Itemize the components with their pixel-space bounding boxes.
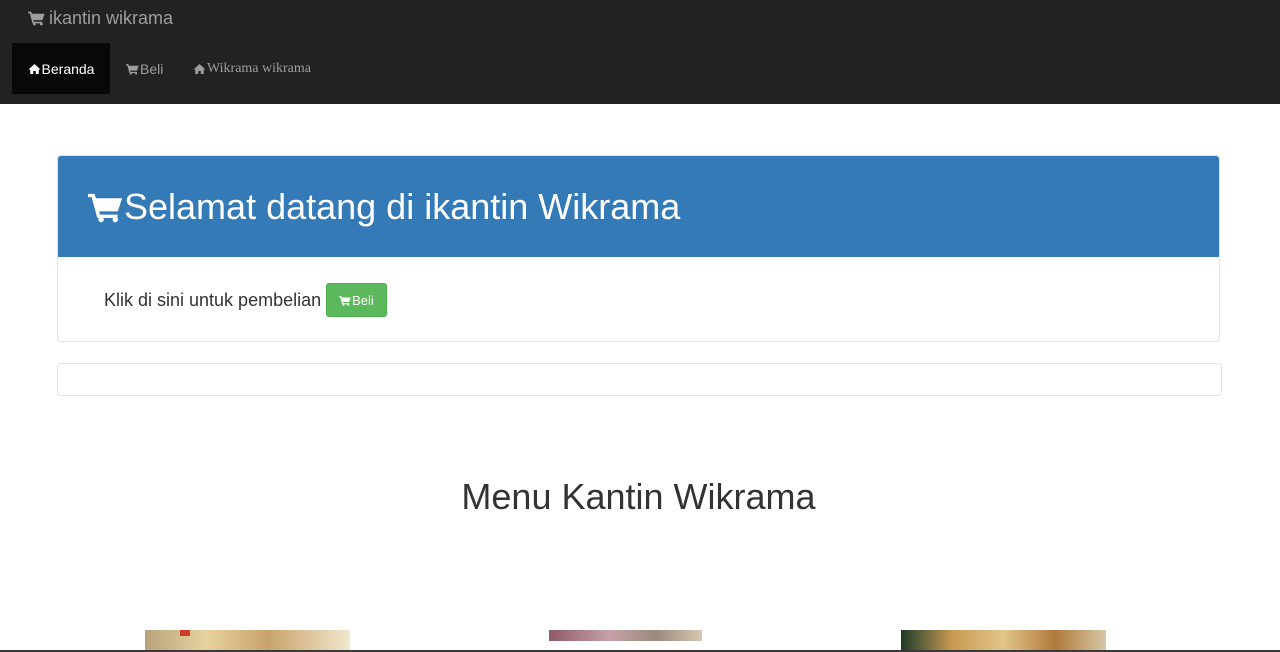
tab-wikrama[interactable]: Wikrama wikrama [193, 43, 311, 94]
menu-item-image[interactable] [549, 630, 702, 641]
empty-panel [57, 363, 1222, 396]
brand-link[interactable]: ikantin wikrama [28, 6, 173, 30]
cart-icon [126, 63, 139, 75]
welcome-panel: Selamat datang di ikantin Wikrama Klik d… [57, 155, 1220, 342]
cart-icon [28, 10, 45, 26]
tab-beli[interactable]: Beli [126, 43, 163, 94]
brand-label: ikantin wikrama [49, 7, 174, 28]
tab-beranda-label: Beranda [41, 60, 95, 77]
top-navbar: ikantin wikrama Beranda Beli Wikrama wik… [0, 0, 1280, 104]
menu-item-image[interactable] [901, 630, 1106, 652]
welcome-panel-heading: Selamat datang di ikantin Wikrama [58, 156, 1219, 257]
tab-wikrama-label: Wikrama wikrama [207, 60, 312, 76]
tab-beranda[interactable]: Beranda [12, 43, 110, 94]
beli-button[interactable]: Beli [326, 283, 387, 317]
welcome-panel-body: Klik di sini untuk pembelian Beli [104, 283, 387, 317]
welcome-title: Selamat datang di ikantin Wikrama [124, 185, 681, 227]
tab-beli-label: Beli [140, 60, 164, 77]
purchase-prompt-text: Klik di sini untuk pembelian [104, 289, 322, 310]
beli-button-label: Beli [352, 292, 374, 308]
cart-icon [88, 191, 123, 223]
cart-icon [339, 295, 351, 306]
menu-item-image[interactable] [145, 630, 350, 652]
menu-section-title: Menu Kantin Wikrama [461, 476, 816, 517]
home-icon [193, 63, 206, 75]
home-icon [28, 63, 41, 75]
